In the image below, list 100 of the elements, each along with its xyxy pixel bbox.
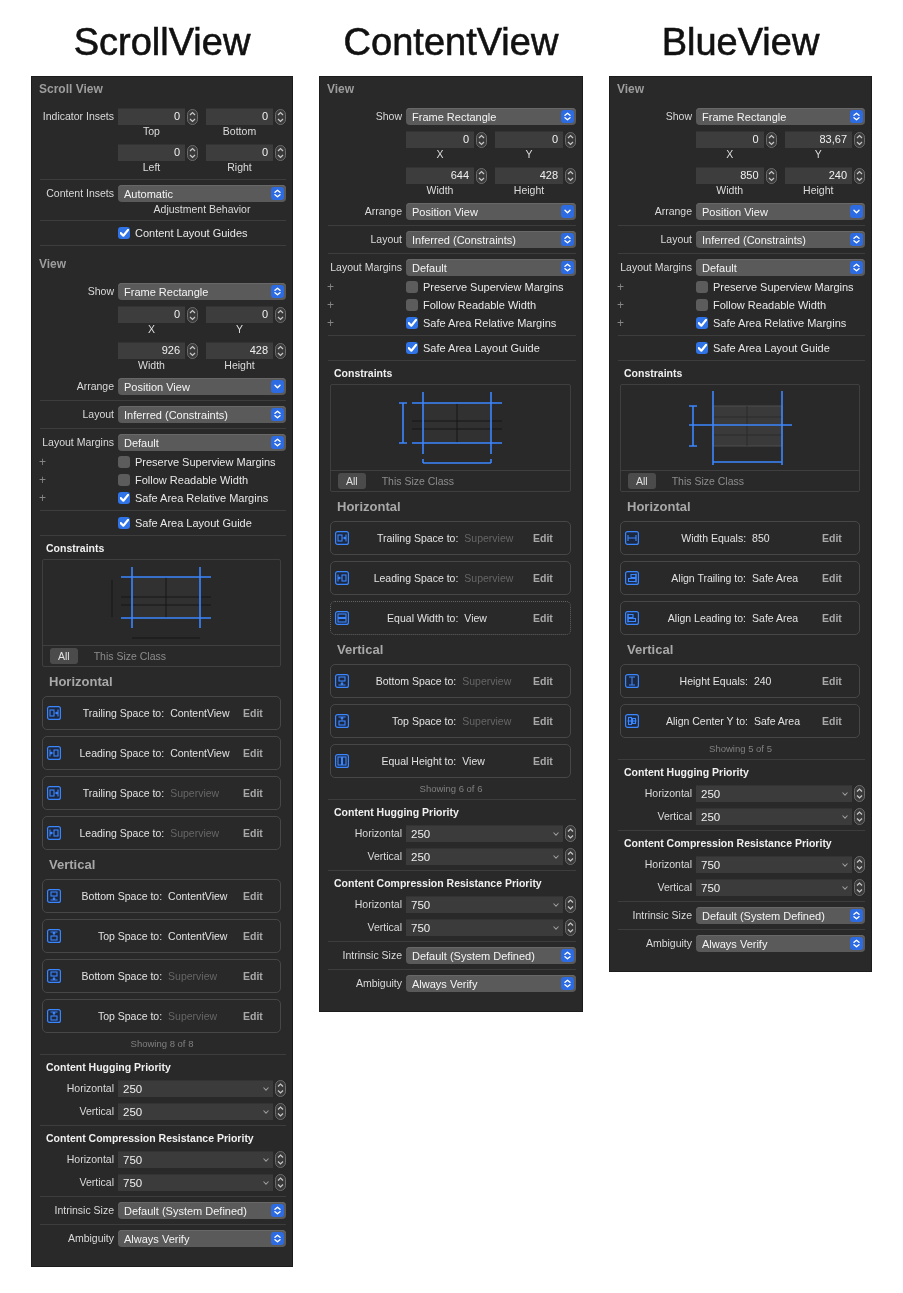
edit-button[interactable]: Edit	[243, 826, 263, 840]
priority-field[interactable]: 250	[118, 1080, 273, 1097]
edit-button[interactable]: Edit	[533, 674, 553, 688]
number-field[interactable]: 926	[118, 342, 185, 359]
checkbox-label[interactable]: Preserve Superview Margins	[135, 455, 276, 469]
stepper-icon[interactable]	[565, 919, 576, 936]
plus-button[interactable]: +	[39, 455, 46, 469]
constraint-card[interactable]: Top Space to: ContentView Edit	[42, 919, 281, 953]
stepper-icon[interactable]	[854, 785, 865, 802]
checkbox-label[interactable]: Content Layout Guides	[135, 226, 248, 240]
checkbox[interactable]	[118, 474, 130, 486]
popup-button[interactable]: Position View	[406, 203, 576, 220]
priority-field[interactable]: 250	[406, 825, 563, 842]
edit-button[interactable]: Edit	[243, 746, 263, 760]
popup-button[interactable]: Automatic	[118, 185, 286, 202]
checkbox-label[interactable]: Follow Readable Width	[135, 473, 249, 487]
number-field[interactable]: 83,67	[784, 131, 852, 148]
checkbox-label[interactable]: Follow Readable Width	[713, 298, 827, 312]
stepper-icon[interactable]	[854, 879, 865, 896]
popup-button[interactable]: Default (System Defined)	[118, 1202, 286, 1219]
priority-field[interactable]: 750	[406, 896, 563, 913]
constraint-card[interactable]: Top Space to: Superview Edit	[42, 999, 281, 1033]
stepper-icon[interactable]	[765, 167, 777, 184]
popup-button[interactable]: Position View	[696, 203, 865, 220]
checkbox-label[interactable]: Safe Area Layout Guide	[423, 341, 540, 355]
stepper-icon[interactable]	[275, 342, 286, 359]
popup-button[interactable]: Frame Rectangle	[118, 283, 286, 300]
checkbox-label[interactable]: Safe Area Layout Guide	[135, 516, 252, 530]
constraint-card[interactable]: Align Leading to: Safe Area Edit	[620, 601, 860, 635]
edit-button[interactable]: Edit	[243, 889, 263, 903]
number-field[interactable]: 0	[206, 144, 273, 161]
plus-button[interactable]: +	[327, 316, 334, 330]
constraint-card[interactable]: Align Trailing to: Safe Area Edit	[620, 561, 860, 595]
edit-button[interactable]: Edit	[243, 786, 263, 800]
stepper-icon[interactable]	[565, 131, 576, 148]
stepper-icon[interactable]	[275, 1103, 286, 1120]
priority-field[interactable]: 750	[696, 879, 852, 896]
popup-button[interactable]: Default	[406, 259, 576, 276]
checkbox[interactable]	[406, 299, 418, 311]
stepper-icon[interactable]	[187, 342, 198, 359]
number-field[interactable]: 0	[495, 131, 563, 148]
constraint-card[interactable]: Bottom Space to: Superview Edit	[42, 959, 281, 993]
constraint-card[interactable]: Height Equals: 240 Edit	[620, 664, 860, 698]
priority-field[interactable]: 250	[696, 785, 852, 802]
stepper-icon[interactable]	[765, 131, 777, 148]
edit-button[interactable]: Edit	[243, 929, 263, 943]
popup-button[interactable]: Default (System Defined)	[696, 907, 865, 924]
stepper-icon[interactable]	[275, 144, 286, 161]
checkbox[interactable]	[696, 281, 708, 293]
constraint-card[interactable]: Trailing Space to: Superview Edit	[42, 776, 281, 810]
checkbox-label[interactable]: Safe Area Relative Margins	[423, 316, 557, 330]
constraint-card[interactable]: Width Equals: 850 Edit	[620, 521, 860, 555]
plus-button[interactable]: +	[327, 280, 334, 294]
popup-button[interactable]: Inferred (Constraints)	[696, 231, 865, 248]
plus-button[interactable]: +	[39, 491, 46, 505]
constraint-card[interactable]: Top Space to: Superview Edit	[330, 704, 571, 738]
number-field[interactable]: 644	[406, 167, 474, 184]
constraint-card[interactable]: Leading Space to: Superview Edit	[42, 816, 281, 850]
checkbox-label[interactable]: Preserve Superview Margins	[423, 280, 564, 294]
constraint-card[interactable]: Leading Space to: Superview Edit	[330, 561, 571, 595]
checkbox[interactable]	[406, 342, 418, 354]
edit-button[interactable]: Edit	[533, 571, 553, 585]
priority-field[interactable]: 250	[406, 848, 563, 865]
stepper-icon[interactable]	[565, 896, 576, 913]
edit-button[interactable]: Edit	[243, 969, 263, 983]
checkbox[interactable]	[118, 227, 130, 239]
edit-button[interactable]: Edit	[822, 531, 842, 545]
popup-button[interactable]: Inferred (Constraints)	[406, 231, 576, 248]
number-field[interactable]: 0	[406, 131, 474, 148]
number-field[interactable]: 850	[696, 167, 764, 184]
priority-field[interactable]: 750	[406, 919, 563, 936]
size-class-tab[interactable]: All	[50, 648, 78, 664]
stepper-icon[interactable]	[275, 108, 286, 125]
stepper-icon[interactable]	[854, 167, 865, 184]
stepper-icon[interactable]	[476, 131, 487, 148]
number-field[interactable]: 0	[696, 131, 764, 148]
checkbox[interactable]	[118, 517, 130, 529]
stepper-icon[interactable]	[187, 306, 198, 323]
edit-button[interactable]: Edit	[822, 714, 842, 728]
plus-button[interactable]: +	[617, 280, 624, 294]
constraint-card[interactable]: Equal Height to: View Edit	[330, 744, 571, 778]
stepper-icon[interactable]	[565, 825, 576, 842]
stepper-icon[interactable]	[275, 1080, 286, 1097]
size-class-tab[interactable]: All	[338, 473, 366, 489]
plus-button[interactable]: +	[617, 316, 624, 330]
stepper-icon[interactable]	[275, 306, 286, 323]
popup-button[interactable]: Frame Rectangle	[696, 108, 865, 125]
checkbox-label[interactable]: Safe Area Relative Margins	[135, 491, 269, 505]
stepper-icon[interactable]	[187, 144, 198, 161]
checkbox[interactable]	[118, 492, 130, 504]
priority-field[interactable]: 750	[118, 1151, 273, 1168]
constraint-card[interactable]: Align Center Y to: Safe Area Edit	[620, 704, 860, 738]
stepper-icon[interactable]	[565, 848, 576, 865]
constraint-card[interactable]: Trailing Space to: ContentView Edit	[42, 696, 281, 730]
checkbox[interactable]	[406, 281, 418, 293]
edit-button[interactable]: Edit	[533, 611, 553, 625]
priority-field[interactable]: 750	[696, 856, 852, 873]
popup-button[interactable]: Always Verify	[118, 1230, 286, 1247]
checkbox-label[interactable]: Follow Readable Width	[423, 298, 537, 312]
popup-button[interactable]: Always Verify	[406, 975, 576, 992]
